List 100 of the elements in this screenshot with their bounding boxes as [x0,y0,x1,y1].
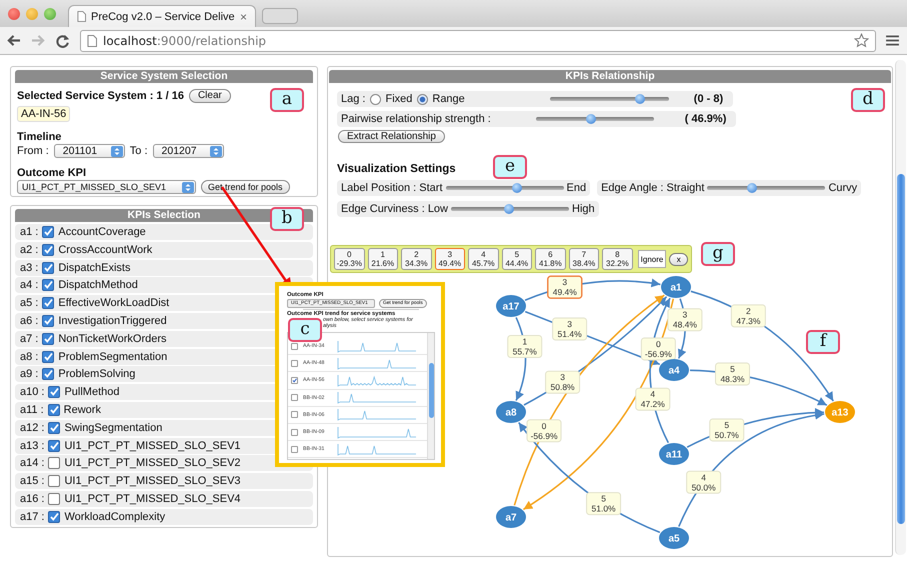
kpi-row[interactable]: a4 : DispatchMethod [15,277,313,294]
setting-slider[interactable] [451,207,569,211]
settings-title: Visualization Settings [337,163,456,177]
kpi-id: a3 : [20,262,38,274]
from-dropdown[interactable]: 201101 [54,144,125,158]
panel-title: Service System Selection [15,70,313,83]
kpi-row[interactable]: a16 : UI1_PCT_PT_MISSED_SLO_SEV4 [15,490,313,507]
lag-option[interactable]: 3 49.4% [434,248,466,270]
checkbox[interactable] [42,350,54,363]
slider-thumb[interactable] [586,114,596,124]
checkbox[interactable] [42,332,54,345]
graph-node[interactable]: a11 [659,443,689,465]
kpi-row[interactable]: a15 : UI1_PCT_PT_MISSED_SLO_SEV3 [15,473,313,490]
kpi-row[interactable]: a1 : AccountCoverage [15,224,313,240]
graph-node[interactable]: a8 [496,401,526,423]
lag-option[interactable]: 0 -29.3% [334,248,365,270]
graph-node[interactable]: a17 [496,295,526,317]
slider-thumb[interactable] [512,183,522,193]
lag-option[interactable]: 8 32.2% [602,248,633,270]
setting-slider[interactable] [707,186,826,190]
checkbox[interactable] [291,411,298,418]
kpi-id: a10 : [20,386,44,398]
graph-node[interactable]: a1 [661,276,691,298]
slider-thumb[interactable] [635,94,646,104]
checkbox[interactable] [291,428,298,436]
kpi-name: UI1_PCT_PT_MISSED_SLO_SEV1 [64,440,241,452]
scrollbar-thumb[interactable] [897,174,905,524]
checkbox[interactable] [42,226,54,238]
kpi-id: a9 : [20,368,38,380]
checkbox[interactable] [42,262,54,274]
reload-icon[interactable] [56,34,70,48]
checkbox[interactable] [42,314,54,327]
setting-end-label: High [572,203,595,215]
checkbox[interactable] [291,394,298,402]
page-icon [87,34,97,46]
scrollbar[interactable] [895,60,906,555]
setting-label: Label Position : Start [341,182,443,194]
checkbox[interactable] [291,360,298,367]
extract-relationship-button[interactable]: Extract Relationship [338,130,445,143]
checkbox[interactable] [48,386,60,398]
close-icon[interactable]: × [240,10,247,24]
graph-node[interactable]: a5 [659,527,689,549]
lag-option[interactable]: 5 44.4% [502,248,532,270]
checkbox[interactable] [48,475,60,488]
checkbox[interactable] [42,244,54,256]
checkbox[interactable] [42,368,54,380]
checkbox[interactable] [42,297,54,310]
outcome-kpi-dropdown[interactable]: UI1_PCT_PT_MISSED_SLO_SEV1 [17,180,196,194]
checkbox[interactable] [48,510,60,523]
lag-mode-radio[interactable]: Range [417,93,465,105]
page-icon [77,11,86,22]
setting-label: Edge Curviness : Low [341,203,448,215]
lag-option[interactable]: 1 21.6% [368,248,398,270]
star-icon[interactable] [854,33,869,48]
new-tab-button[interactable] [262,8,298,24]
selected-system-tag[interactable]: AA-IN-56 [17,106,70,122]
trend-button[interactable]: Get trend for pools [201,180,290,194]
slider-thumb[interactable] [747,183,758,193]
checkbox[interactable] [48,440,60,452]
browser-tab[interactable]: PreCog v2.0 – Service Delive × [68,5,256,27]
clear-button[interactable]: Clear [188,89,231,103]
checkbox[interactable] [42,279,54,292]
lag-option[interactable]: 7 38.4% [568,248,600,270]
lag-mode-radio[interactable]: Fixed [370,93,412,105]
kpi-id: a8 : [20,350,38,363]
menu-icon[interactable] [886,35,899,46]
checkbox[interactable] [48,422,60,434]
strength-label: Pairwise relationship strength : [341,113,491,125]
lag-label: Lag : [341,93,366,105]
lag-option[interactable]: 6 41.8% [535,248,566,270]
ignore-button[interactable]: Ignore [638,250,666,268]
kpi-row[interactable]: a17 : WorkloadComplexity [15,508,313,525]
to-dropdown[interactable]: 201207 [152,144,224,158]
kpi-row[interactable]: a3 : DispatchExists [15,260,313,276]
address-field[interactable]: localhost:9000/relationship [80,30,876,52]
kpi-row[interactable]: a14 : UI1_PCT_PT_MISSED_SLO_SEV2 [15,455,313,472]
window-close-icon[interactable] [8,8,20,20]
graph-node[interactable]: a7 [496,506,526,528]
kpi-id: a13 : [20,440,44,452]
lag-option[interactable]: 4 45.7% [468,248,499,270]
scrollbar[interactable] [427,333,434,459]
close-button[interactable]: x [669,252,688,266]
lag-slider[interactable] [550,97,669,101]
checkbox[interactable] [48,404,60,416]
slider-thumb[interactable] [504,204,514,214]
checkbox[interactable] [291,376,298,384]
graph-node[interactable]: a4 [659,359,689,381]
setting-label: Edge Angle : Straight [601,182,704,194]
forward-icon[interactable] [31,34,46,47]
lag-option[interactable]: 2 34.3% [401,248,432,270]
strength-slider[interactable] [536,117,654,121]
checkbox[interactable] [48,457,60,470]
window-zoom-icon[interactable] [44,8,56,20]
back-icon[interactable] [6,34,21,47]
checkbox[interactable] [48,492,60,505]
checkbox[interactable] [291,446,298,453]
setting-slider[interactable] [446,186,564,190]
kpi-row[interactable]: a2 : CrossAccountWork [15,242,313,258]
strength-reading: ( 46.9%) [684,113,726,125]
setting-end-label: End [566,182,586,194]
